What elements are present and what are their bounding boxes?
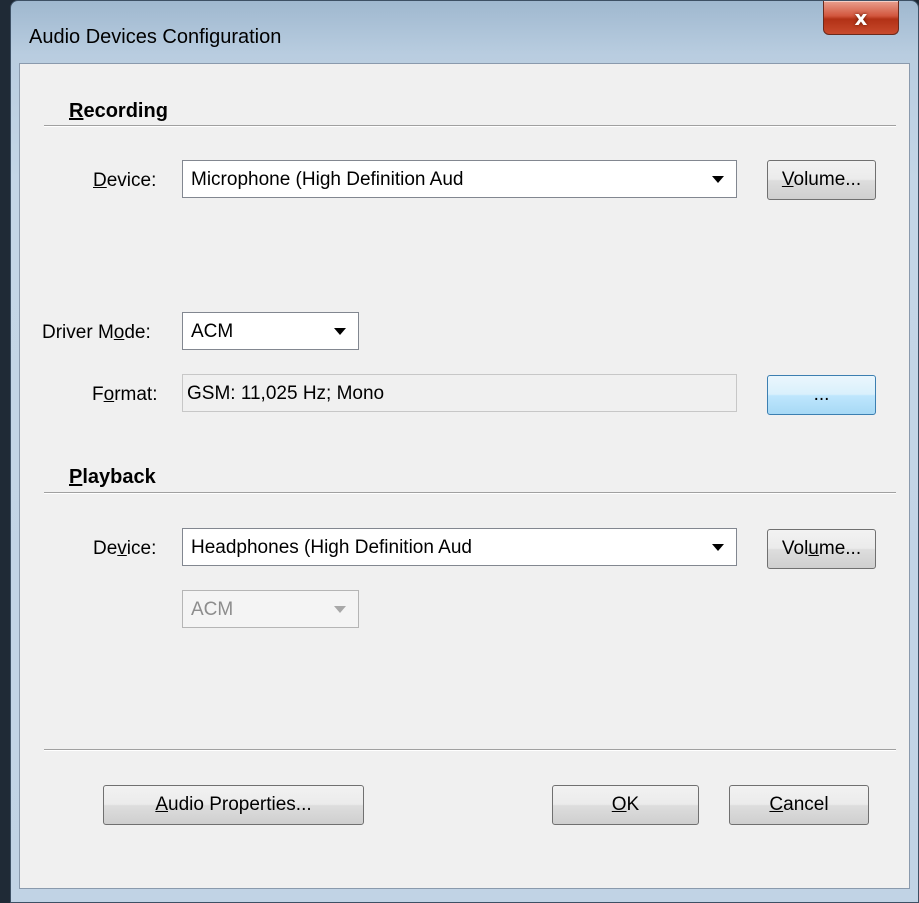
dialog-client-area: Recording Device: Microphone (High Defin… [19, 63, 910, 889]
format-label: Format: [92, 384, 158, 405]
playback-volume-button[interactable]: Volume... [767, 529, 876, 569]
recording-device-value: Microphone (High Definition Aud [191, 169, 464, 190]
driver-mode-value: ACM [191, 321, 234, 342]
cancel-button[interactable]: Cancel [729, 785, 869, 825]
recording-volume-button[interactable]: Volume... [767, 160, 876, 200]
chevron-down-icon [334, 606, 346, 613]
playback-driver-mode-value: ACM [191, 599, 234, 620]
chevron-down-icon [712, 176, 724, 183]
audio-properties-button[interactable]: Audio Properties... [103, 785, 364, 825]
window-title: Audio Devices Configuration [29, 26, 282, 48]
ok-button[interactable]: OK [552, 785, 699, 825]
playback-divider [44, 492, 896, 494]
title-bar[interactable]: Audio Devices Configuration x [11, 1, 918, 71]
playback-driver-mode-dropdown: ACM [182, 590, 359, 628]
close-icon: x [854, 5, 868, 30]
recording-device-label: Device: [93, 170, 157, 191]
chevron-down-icon [334, 328, 346, 335]
format-value: GSM: 11,025 Hz; Mono [187, 383, 385, 404]
driver-mode-label: Driver Mode: [42, 322, 151, 343]
format-field: GSM: 11,025 Hz; Mono [182, 374, 737, 412]
playback-device-dropdown[interactable]: Headphones (High Definition Aud [182, 528, 737, 566]
close-button[interactable]: x [823, 1, 899, 35]
recording-device-dropdown[interactable]: Microphone (High Definition Aud [182, 160, 737, 198]
footer-divider [44, 749, 896, 751]
driver-mode-dropdown[interactable]: ACM [182, 312, 359, 350]
playback-device-value: Headphones (High Definition Aud [191, 537, 472, 558]
recording-divider [44, 125, 896, 127]
dialog-window: Audio Devices Configuration x Recording … [10, 0, 919, 903]
playback-group-title: Playback [69, 466, 156, 488]
format-browse-button[interactable]: ... [767, 375, 876, 415]
playback-device-label: Device: [93, 538, 157, 559]
recording-group-title: Recording [69, 100, 168, 122]
chevron-down-icon [712, 544, 724, 551]
